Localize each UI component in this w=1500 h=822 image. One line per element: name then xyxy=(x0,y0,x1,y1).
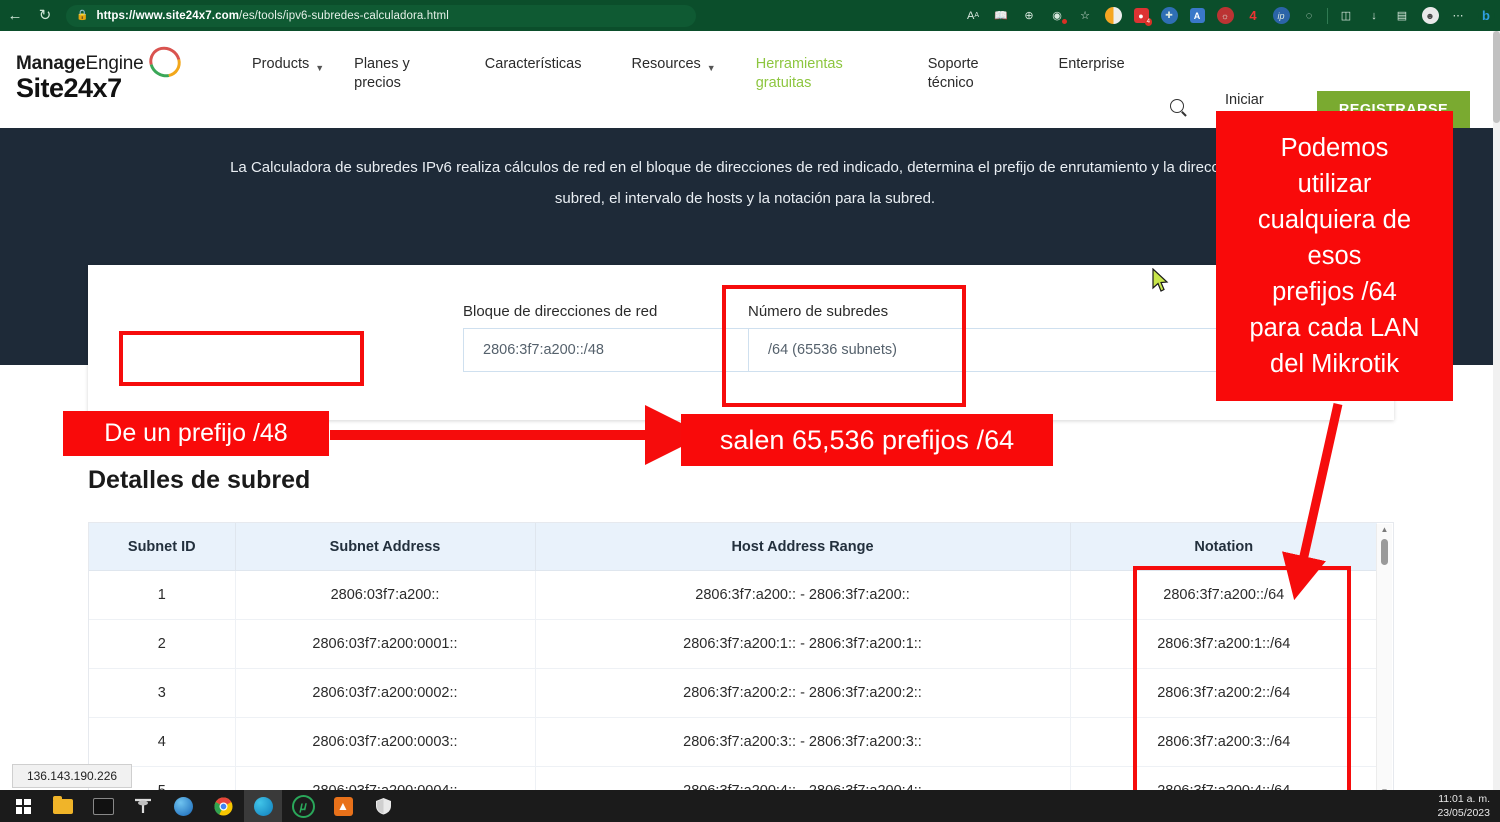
cell-subnet-address: 2806:03f7:a200:0003:: xyxy=(235,718,535,767)
file-explorer-icon[interactable] xyxy=(44,790,82,822)
cell-host-range: 2806:3f7:a200:1:: - 2806:3f7:a200:1:: xyxy=(535,620,1070,669)
settings-more-icon[interactable]: ⋯ xyxy=(1444,0,1472,31)
page-title: Detalles de subred xyxy=(88,466,310,495)
bing-copilot-icon[interactable]: b xyxy=(1472,0,1500,31)
clock-date: 23/05/2023 xyxy=(1437,806,1490,820)
cell-subnet-address: 2806:03f7:a200:0001:: xyxy=(235,620,535,669)
windows-defender-icon[interactable] xyxy=(364,790,402,822)
page-scrollbar[interactable] xyxy=(1493,31,1500,790)
network-block-label: Bloque de direcciones de red xyxy=(463,303,657,320)
main-navigation: Products ▼ Planes y precios Característi… xyxy=(252,55,1125,93)
cell-host-range: 2806:3f7:a200:: - 2806:3f7:a200:: xyxy=(535,571,1070,620)
status-bar-tooltip: 136.143.190.226 xyxy=(12,764,132,788)
nav-label: Características xyxy=(485,55,582,74)
annotation-highlight-subnet-count xyxy=(722,285,966,407)
terminal-icon[interactable] xyxy=(84,790,122,822)
extension-notify-icon[interactable]: ●4 xyxy=(1127,0,1155,31)
site-logo[interactable]: ManageEngine Site24x7 xyxy=(16,53,144,104)
nav-item-caracteristicas[interactable]: Características xyxy=(485,55,582,74)
split-screen-icon[interactable]: ◫ xyxy=(1332,0,1360,31)
cell-subnet-address: 2806:03f7:a200:: xyxy=(235,571,535,620)
nav-label: Resources xyxy=(631,55,700,74)
nav-label: Products xyxy=(252,55,309,74)
hero-description: La Calculadora de subredes IPv6 realiza … xyxy=(230,152,1260,214)
extension-blue-icon[interactable]: ✚ xyxy=(1155,0,1183,31)
url-text: https://www.site24x7.com/es/tools/ipv6-s… xyxy=(96,10,448,22)
favorites-icon[interactable]: ☆ xyxy=(1071,0,1099,31)
extension-ip-icon[interactable]: ip xyxy=(1267,0,1295,31)
nav-label: Enterprise xyxy=(1059,55,1125,74)
page-scrollbar-thumb[interactable] xyxy=(1493,31,1500,123)
scroll-up-arrow-icon[interactable]: ▲ xyxy=(1377,524,1392,536)
logo-swoosh-icon xyxy=(143,41,186,83)
chevron-down-icon: ▼ xyxy=(707,59,716,78)
column-header-notation: Notation xyxy=(1070,523,1377,571)
column-header-subnet-id: Subnet ID xyxy=(89,523,235,571)
extension-shield-icon[interactable] xyxy=(1099,0,1127,31)
nav-label: Planes y precios xyxy=(354,55,410,93)
refresh-icon[interactable]: ↻ xyxy=(30,4,60,28)
mouse-cursor xyxy=(1152,268,1170,294)
cell-subnet-id: 4 xyxy=(89,718,235,767)
cell-subnet-address: 2806:03f7:a200:0002:: xyxy=(235,669,535,718)
notification-badge: 4 xyxy=(1145,18,1152,26)
cell-subnet-id: 1 xyxy=(89,571,235,620)
edge-collections-icon[interactable]: ▤ xyxy=(1388,0,1416,31)
zoom-icon[interactable]: ⊕ xyxy=(1015,0,1043,31)
nav-item-herramientas-gratuitas[interactable]: Herramientas gratuitas xyxy=(756,55,843,93)
logo-manageengine: ManageEngine xyxy=(16,53,144,75)
search-icon[interactable] xyxy=(1170,99,1184,118)
windows-taskbar: 𝜇 ▲ 11:01 a. m. 23/05/2023 xyxy=(0,790,1500,822)
extension-4-icon[interactable]: 4 xyxy=(1239,0,1267,31)
edge-icon[interactable] xyxy=(244,790,282,822)
nav-label: Soporte técnico xyxy=(928,55,979,93)
chrome-icon[interactable] xyxy=(204,790,242,822)
nav-label: Herramientas gratuitas xyxy=(756,55,843,93)
address-bar[interactable]: 🔒 https://www.site24x7.com/es/tools/ipv6… xyxy=(66,5,696,27)
annotation-highlight-network-block xyxy=(119,331,364,386)
annotation-label-prefix48: De un prefijo /48 xyxy=(63,411,329,456)
wireshark-icon[interactable] xyxy=(124,790,162,822)
immersive-reader-icon[interactable]: 📖 xyxy=(987,0,1015,31)
extension-ghost-icon[interactable]: ◌ xyxy=(1295,0,1323,31)
nav-item-products[interactable]: Products ▼ xyxy=(252,55,324,74)
taskbar-clock[interactable]: 11:01 a. m. 23/05/2023 xyxy=(1437,792,1490,820)
chevron-down-icon: ▼ xyxy=(315,59,324,78)
clock-time: 11:01 a. m. xyxy=(1437,792,1490,806)
cell-host-range: 2806:3f7:a200:2:: - 2806:3f7:a200:2:: xyxy=(535,669,1070,718)
annotation-highlight-notation-column xyxy=(1133,566,1351,808)
collections-icon[interactable]: ◉ xyxy=(1043,0,1071,31)
logo-site24x7: Site24x7 xyxy=(16,73,144,104)
lock-icon: 🔒 xyxy=(76,10,88,21)
url-path: /es/tools/ipv6-subredes-calculadora.html xyxy=(239,10,449,22)
column-header-subnet-address: Subnet Address xyxy=(235,523,535,571)
extension-red-icon[interactable]: ☼ xyxy=(1211,0,1239,31)
utorrent-icon[interactable]: 𝜇 xyxy=(284,790,322,822)
column-header-host-address-range: Host Address Range xyxy=(535,523,1070,571)
nav-item-soporte-tecnico[interactable]: Soporte técnico xyxy=(928,55,979,93)
url-host: https://www.site24x7.com xyxy=(96,10,239,22)
nav-item-resources[interactable]: Resources ▼ xyxy=(631,55,715,74)
annotation-label-mikrotik-lan: Podemos utilizar cualquiera de esos pref… xyxy=(1216,111,1453,401)
read-aloud-icon[interactable]: AA xyxy=(959,0,987,31)
cell-host-range: 2806:3f7:a200:3:: - 2806:3f7:a200:3:: xyxy=(535,718,1070,767)
table-header-row: Subnet ID Subnet Address Host Address Ra… xyxy=(89,523,1377,571)
nav-item-planes-precios[interactable]: Planes y precios xyxy=(354,55,410,93)
mikrotik-icon[interactable]: ▲ xyxy=(324,790,362,822)
table-vertical-scrollbar[interactable]: ▲ ▼ xyxy=(1376,524,1392,798)
nav-item-enterprise[interactable]: Enterprise xyxy=(1059,55,1125,74)
annotation-label-65536-prefixes: salen 65,536 prefijos /64 xyxy=(681,414,1053,466)
toolbar-divider xyxy=(1327,8,1328,24)
browser-extension-tray: AA 📖 ⊕ ◉ ☆ ●4 ✚ A ☼ 4 ip ◌ ◫ ↓ ▤ ☻ ⋯ b xyxy=(959,0,1500,31)
cell-subnet-id: 3 xyxy=(89,669,235,718)
browser-toolbar: ← ↻ 🔒 https://www.site24x7.com/es/tools/… xyxy=(0,0,1500,31)
back-arrow-icon[interactable]: ← xyxy=(0,4,30,28)
cell-subnet-id: 2 xyxy=(89,620,235,669)
winbox-icon[interactable] xyxy=(164,790,202,822)
downloads-icon[interactable]: ↓ xyxy=(1360,0,1388,31)
profile-icon[interactable]: ☻ xyxy=(1416,0,1444,31)
start-windows-icon[interactable] xyxy=(4,790,42,822)
scrollbar-thumb[interactable] xyxy=(1381,539,1388,565)
extension-translate-icon[interactable]: A xyxy=(1183,0,1211,31)
